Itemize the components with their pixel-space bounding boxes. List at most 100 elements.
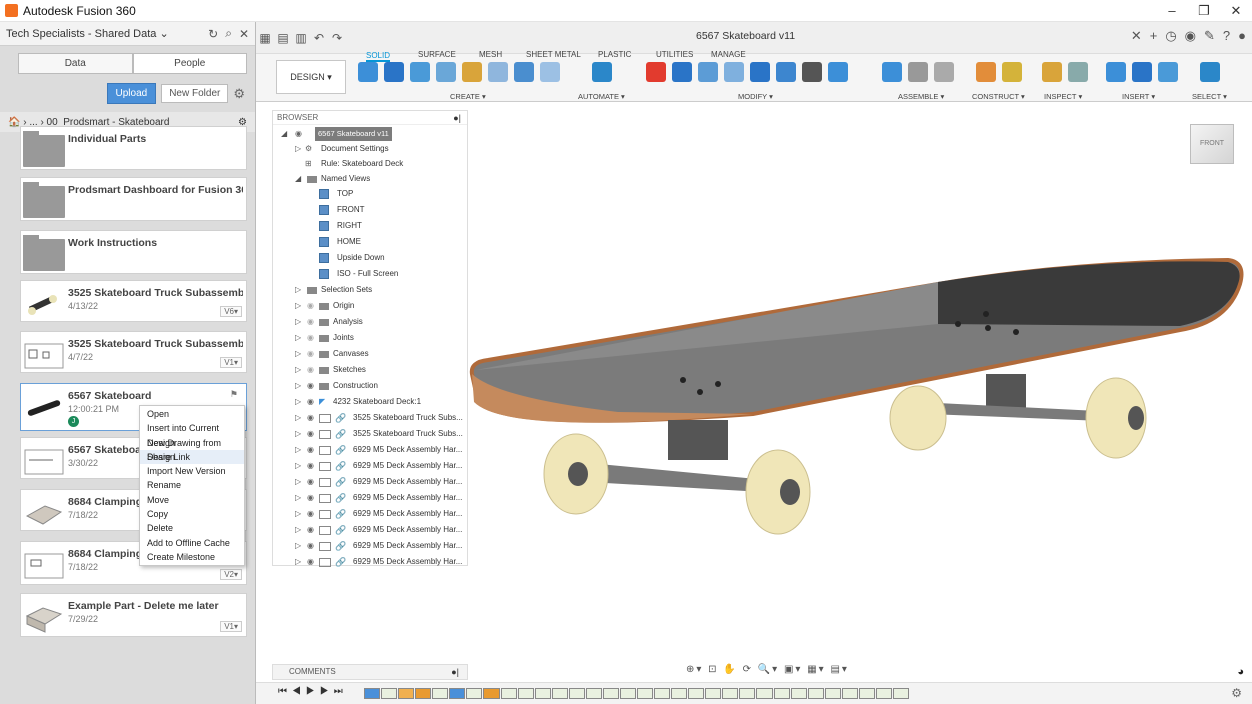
align-icon[interactable] bbox=[828, 62, 848, 82]
group-automate[interactable]: AUTOMATE ▾ bbox=[578, 92, 625, 101]
group-assemble[interactable]: ASSEMBLE ▾ bbox=[898, 92, 944, 101]
menu-item-offline-cache[interactable]: Add to Offline Cache bbox=[140, 536, 244, 550]
tab-data[interactable]: Data bbox=[18, 53, 133, 74]
combine-icon[interactable] bbox=[750, 62, 770, 82]
search-icon[interactable]: ⌕ bbox=[225, 26, 232, 41]
version-badge[interactable]: V1▾ bbox=[220, 621, 242, 632]
version-badge[interactable]: V6▾ bbox=[220, 306, 242, 317]
refresh-icon[interactable]: ↻ bbox=[208, 27, 218, 41]
job-status-icon[interactable]: ◉ bbox=[1185, 28, 1196, 44]
navigation-bar[interactable]: ⊕▾ ⊡ ✋ ⟳ 🔍▾ ▣▾ ▦▾ ▤▾ bbox=[686, 664, 849, 675]
insert-svg-icon[interactable] bbox=[1158, 62, 1178, 82]
minimize-button[interactable]: – bbox=[1156, 0, 1188, 22]
user-avatar-icon[interactable]: ● bbox=[1238, 28, 1246, 44]
close-tab-icon[interactable]: ✕ bbox=[1131, 28, 1142, 44]
file-icon[interactable]: ▤ bbox=[274, 31, 292, 45]
group-modify[interactable]: MODIFY ▾ bbox=[738, 92, 773, 101]
pattern-icon[interactable] bbox=[488, 62, 508, 82]
notifications-icon[interactable]: ✎ bbox=[1204, 28, 1215, 44]
restore-button[interactable]: ❐ bbox=[1188, 0, 1220, 22]
share-icon[interactable]: ⚑ bbox=[230, 389, 238, 400]
menu-item-delete[interactable]: Delete bbox=[140, 521, 244, 535]
create-sketch-icon[interactable] bbox=[358, 62, 378, 82]
new-folder-button[interactable]: New Folder bbox=[161, 84, 229, 103]
list-item[interactable]: Prodsmart Dashboard for Fusion 360 bbox=[20, 177, 247, 221]
group-construct[interactable]: CONSTRUCT ▾ bbox=[972, 92, 1025, 101]
menu-item-new-drawing[interactable]: New Drawing from Design bbox=[140, 436, 244, 462]
joint-icon[interactable] bbox=[908, 62, 928, 82]
form-icon[interactable] bbox=[462, 62, 482, 82]
new-tab-icon[interactable]: + bbox=[1150, 28, 1158, 44]
timeline-playback-controls[interactable]: ⏮◀▶▶⏭ bbox=[278, 686, 348, 697]
team-selector[interactable]: Tech Specialists - Shared Data ⌄ bbox=[6, 27, 201, 40]
shell-icon[interactable] bbox=[724, 62, 744, 82]
interference-icon[interactable] bbox=[1068, 62, 1088, 82]
mesh-icon[interactable] bbox=[540, 62, 560, 82]
workspace-switcher[interactable]: DESIGN ▾ bbox=[276, 60, 346, 94]
tab-sheet-metal[interactable]: SHEET METAL bbox=[526, 50, 581, 59]
menu-item-move[interactable]: Move bbox=[140, 493, 244, 507]
menu-item-copy[interactable]: Copy bbox=[140, 507, 244, 521]
group-insert[interactable]: INSERT ▾ bbox=[1122, 92, 1155, 101]
tab-manage[interactable]: MANAGE bbox=[711, 50, 746, 59]
grid-menu-icon[interactable]: ▦ bbox=[256, 31, 274, 45]
pin-icon[interactable]: ●| bbox=[453, 111, 461, 125]
tab-solid[interactable]: SOLID bbox=[366, 51, 391, 62]
save-icon[interactable]: ▥ bbox=[292, 31, 310, 45]
hole-icon[interactable] bbox=[436, 62, 456, 82]
menu-item-import-version[interactable]: Import New Version bbox=[140, 464, 244, 478]
timeline-features[interactable] bbox=[364, 688, 909, 701]
list-item[interactable]: 3525 Skateboard Truck Subassembly 4/13/2… bbox=[20, 280, 247, 322]
help-icon[interactable]: ? bbox=[1223, 28, 1230, 44]
as-built-joint-icon[interactable] bbox=[934, 62, 954, 82]
list-item[interactable]: Example Part - Delete me later 7/29/22 V… bbox=[20, 593, 247, 637]
list-item[interactable]: Individual Parts bbox=[20, 126, 247, 170]
split-body-icon[interactable] bbox=[776, 62, 796, 82]
move-icon[interactable] bbox=[802, 62, 822, 82]
revolve-icon[interactable] bbox=[410, 62, 430, 82]
timeline-settings-gear-icon[interactable]: ⚙ bbox=[1231, 686, 1242, 700]
offset-plane-icon[interactable] bbox=[976, 62, 996, 82]
close-panel-icon[interactable]: ✕ bbox=[239, 27, 249, 41]
document-tab[interactable]: 6567 Skateboard v11 bbox=[696, 30, 795, 42]
tab-plastic[interactable]: PLASTIC bbox=[598, 50, 631, 59]
list-item[interactable]: Work Instructions bbox=[20, 230, 247, 274]
insert-image-icon[interactable] bbox=[1106, 62, 1126, 82]
measure-icon[interactable] bbox=[1042, 62, 1062, 82]
redo-icon[interactable]: ↷ bbox=[328, 31, 346, 45]
close-window-button[interactable]: ✕ bbox=[1220, 0, 1252, 22]
visibility-icon[interactable]: ◉ bbox=[295, 127, 302, 141]
group-select[interactable]: SELECT ▾ bbox=[1192, 92, 1227, 101]
group-create[interactable]: CREATE ▾ bbox=[450, 92, 486, 101]
pin-icon[interactable]: ●| bbox=[451, 665, 459, 679]
menu-item-share-link[interactable]: Share Link bbox=[140, 449, 244, 465]
tab-people[interactable]: People bbox=[132, 53, 247, 74]
version-badge[interactable]: V1▾ bbox=[220, 357, 242, 368]
online-status-icon[interactable]: ◷ bbox=[1165, 28, 1176, 44]
undo-icon[interactable]: ↶ bbox=[310, 31, 328, 45]
comments-panel[interactable]: COMMENTS ●| bbox=[272, 664, 468, 680]
fillet-icon[interactable] bbox=[698, 62, 718, 82]
tab-utilities[interactable]: UTILITIES bbox=[656, 50, 693, 59]
delete-icon[interactable] bbox=[646, 62, 666, 82]
mirror-icon[interactable] bbox=[514, 62, 534, 82]
automate-icon[interactable] bbox=[592, 62, 612, 82]
settings-gear-icon[interactable]: ⚙ bbox=[233, 86, 245, 102]
camera-icon[interactable]: ◕ bbox=[1237, 666, 1244, 678]
select-icon[interactable] bbox=[1200, 62, 1220, 82]
version-badge[interactable]: V2▾ bbox=[220, 569, 242, 580]
menu-item-insert[interactable]: Insert into Current Design bbox=[140, 421, 244, 447]
menu-item-create-milestone[interactable]: Create Milestone bbox=[140, 550, 244, 564]
group-inspect[interactable]: INSPECT ▾ bbox=[1044, 92, 1082, 101]
canvas-viewport[interactable] bbox=[468, 102, 1252, 660]
press-pull-icon[interactable] bbox=[672, 62, 692, 82]
tab-mesh[interactable]: MESH bbox=[479, 50, 502, 59]
extrude-icon[interactable] bbox=[384, 62, 404, 82]
new-component-icon[interactable] bbox=[882, 62, 902, 82]
tab-surface[interactable]: SURFACE bbox=[418, 50, 456, 59]
insert-dxf-icon[interactable] bbox=[1132, 62, 1152, 82]
list-item[interactable]: 3525 Skateboard Truck Subassembly ... 4/… bbox=[20, 331, 247, 373]
menu-item-open[interactable]: Open bbox=[140, 407, 244, 421]
plane-at-angle-icon[interactable] bbox=[1002, 62, 1022, 82]
viewcube[interactable]: FRONT bbox=[1190, 124, 1234, 164]
